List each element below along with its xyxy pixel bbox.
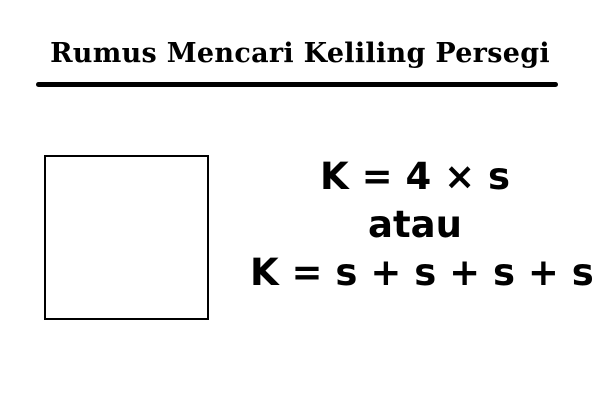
square-shape [44, 155, 209, 320]
diagram-title: Rumus Mencari Keliling Persegi [50, 38, 550, 69]
formula-expanded: K = s + s + s + s [250, 251, 594, 294]
title-underline [36, 82, 558, 87]
formula-connector: atau [368, 203, 462, 246]
formula-primary: K = 4 × s [320, 155, 510, 198]
